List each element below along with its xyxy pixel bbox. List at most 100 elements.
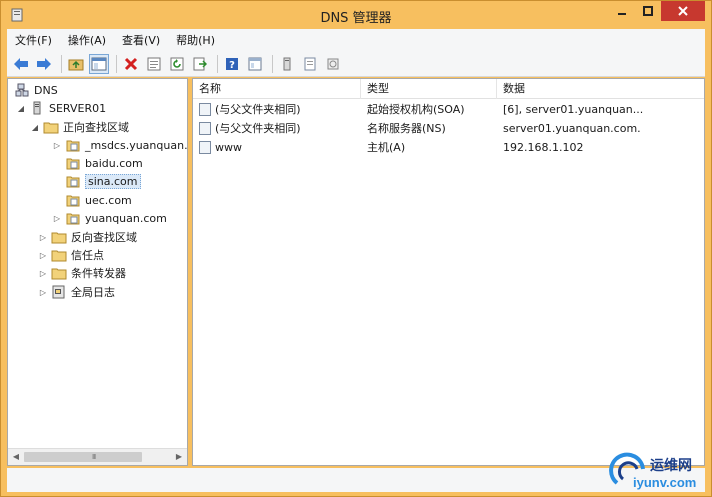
record-icon: [199, 141, 211, 154]
properties-icon: [147, 57, 161, 70]
minimize-button[interactable]: [609, 1, 635, 21]
list-header: 名称 类型 数据: [193, 79, 704, 99]
up-level-button[interactable]: [66, 54, 86, 74]
records-button[interactable]: [323, 54, 343, 74]
export-list-icon: [193, 57, 207, 70]
delete-button[interactable]: [121, 54, 141, 74]
tree-item-trust-points[interactable]: ▷ 信任点: [38, 246, 104, 264]
properties-button[interactable]: [144, 54, 164, 74]
record-name: (与父文件夹相同): [215, 122, 301, 135]
refresh-button[interactable]: [167, 54, 187, 74]
record-type: 主机(A): [367, 141, 406, 154]
tree-item-reverse-zones[interactable]: ▷ 反向查找区域: [38, 228, 137, 246]
tree-horizontal-scrollbar[interactable]: ◀ III ▶: [8, 448, 187, 465]
record-type: 起始授权机构(SOA): [367, 103, 465, 116]
record-type: 名称服务器(NS): [367, 122, 446, 135]
delete-icon: [124, 57, 138, 70]
refresh-icon: [170, 57, 184, 70]
tree-item-server[interactable]: ◢ SERVER01: [16, 99, 106, 117]
folder-icon: [51, 230, 67, 244]
tree-item-zone-sina[interactable]: sina.com: [65, 172, 141, 190]
status-bar: [7, 468, 705, 492]
tree-label-forward-zones: 正向查找区域: [63, 121, 129, 134]
close-button[interactable]: [661, 1, 705, 21]
tree-label-global-logs: 全局日志: [71, 286, 115, 299]
column-header-type[interactable]: 类型: [361, 79, 497, 99]
watermark-text-cn: 运维网: [650, 458, 692, 474]
server-node-icon: [29, 101, 45, 115]
maximize-icon: [643, 6, 653, 16]
tree-item-zone-yuanquan[interactable]: ▷ yuanquan.com: [52, 209, 167, 227]
tree-item-forward-zones[interactable]: ◢ 正向查找区域: [30, 118, 129, 136]
menu-view[interactable]: 查看(V): [122, 32, 160, 48]
server-button[interactable]: [277, 54, 297, 74]
toolbar-separator: [217, 54, 218, 73]
show-hide-tree-icon: [91, 57, 107, 70]
expand-arrow-icon[interactable]: ▷: [52, 141, 62, 150]
menu-action[interactable]: 操作(A): [68, 32, 106, 48]
table-row[interactable]: (与父文件夹相同) 名称服务器(NS) server01.yuanquan.co…: [193, 119, 704, 138]
export-list-button[interactable]: [190, 54, 210, 74]
tree-item-global-logs[interactable]: ▷ 全局日志: [38, 283, 115, 301]
table-row[interactable]: www 主机(A) 192.168.1.102: [193, 138, 704, 157]
scroll-thumb[interactable]: III: [24, 452, 142, 462]
folder-icon: [43, 120, 59, 134]
zone-node-icon: [65, 174, 81, 188]
title-bar[interactable]: DNS 管理器: [1, 1, 711, 29]
tree-label-zone-msdcs: _msdcs.yuanquan.c: [85, 138, 188, 152]
toolbar-separator: [116, 54, 117, 73]
record-list[interactable]: 名称 类型 数据 (与父文件夹相同) 起始授权机构(SOA) [6], serv…: [192, 78, 705, 466]
record-data: server01.yuanquan.com.: [503, 122, 641, 135]
tree-label-zone-baidu: baidu.com: [85, 156, 143, 170]
expand-arrow-icon[interactable]: ▷: [38, 233, 48, 242]
help-button[interactable]: ?: [222, 54, 242, 74]
record-data: [6], server01.yuanquan....: [503, 103, 643, 116]
zone-button[interactable]: [300, 54, 320, 74]
tree-item-conditional-forwarders[interactable]: ▷ 条件转发器: [38, 264, 126, 282]
close-icon: [678, 6, 688, 16]
show-hide-tree-button[interactable]: [89, 53, 109, 74]
tree-label-trust-points: 信任点: [71, 249, 104, 262]
table-row[interactable]: (与父文件夹相同) 起始授权机构(SOA) [6], server01.yuan…: [193, 100, 704, 119]
toolbar-separator: [272, 54, 273, 73]
column-header-name[interactable]: 名称: [193, 79, 361, 99]
tree-item-dns[interactable]: DNS: [14, 81, 58, 99]
event-log-icon: [51, 285, 67, 299]
tree-item-zone-baidu[interactable]: baidu.com: [65, 154, 143, 172]
menu-file[interactable]: 文件(F): [15, 32, 52, 48]
window-controls: [609, 1, 705, 23]
back-button[interactable]: [11, 54, 31, 74]
tree-label-zone-yuanquan: yuanquan.com: [85, 211, 167, 225]
help-icon: ?: [226, 57, 238, 71]
scroll-grip: III: [92, 453, 96, 461]
expand-arrow-icon[interactable]: ▷: [52, 214, 62, 223]
svg-text:?: ?: [229, 60, 235, 71]
collapse-arrow-icon[interactable]: ◢: [30, 123, 40, 132]
menu-bar: 文件(F) 操作(A) 查看(V) 帮助(H): [7, 29, 705, 51]
tree-label-zone-sina-selected: sina.com: [85, 173, 141, 189]
minimize-icon: [618, 13, 626, 15]
maximize-button[interactable]: [635, 1, 661, 21]
expand-arrow-icon[interactable]: ▷: [38, 251, 48, 260]
tree-item-zone-msdcs[interactable]: ▷ _msdcs.yuanquan.c: [52, 136, 188, 154]
scroll-right-arrow-icon[interactable]: ▶: [173, 451, 185, 463]
dns-manager-window: DNS 管理器 文件(F) 操作(A) 查看(V) 帮助(H) ? DNS ◢ …: [0, 0, 712, 497]
scroll-left-arrow-icon[interactable]: ◀: [10, 451, 22, 463]
forward-arrow-icon: [37, 57, 51, 70]
zone-node-icon: [65, 193, 81, 207]
record-name: (与父文件夹相同): [215, 103, 301, 116]
tree-label-server: SERVER01: [49, 101, 107, 115]
tree-item-zone-uec[interactable]: uec.com: [65, 191, 132, 209]
record-icon: [199, 103, 211, 116]
console-tree[interactable]: DNS ◢ SERVER01 ◢ 正向查找区域 ▷ _msdcs.yuanqua…: [7, 78, 188, 466]
forward-button[interactable]: [34, 54, 54, 74]
column-header-data[interactable]: 数据: [497, 79, 704, 99]
console-view-icon: [248, 57, 262, 70]
expand-arrow-icon[interactable]: ▷: [38, 269, 48, 278]
collapse-arrow-icon[interactable]: ◢: [16, 104, 26, 113]
menu-help[interactable]: 帮助(H): [176, 32, 215, 48]
console-view-button[interactable]: [245, 54, 265, 74]
zone-icon: [304, 57, 316, 70]
expand-arrow-icon[interactable]: ▷: [38, 288, 48, 297]
record-name: www: [215, 141, 242, 154]
